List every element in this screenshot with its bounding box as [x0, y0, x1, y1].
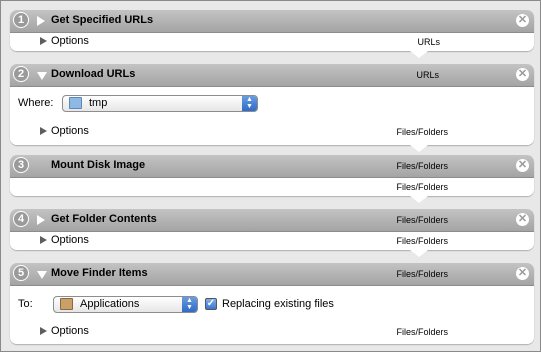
action-header[interactable]: 2 Download URLs URLs ✕ — [10, 64, 534, 87]
action-number-badge: 2 — [13, 66, 29, 82]
input-type-label: Files/Folders — [396, 161, 448, 171]
popup-arrows-icon: ▲ ▼ — [182, 297, 197, 312]
destination-popup-value: Applications — [80, 298, 140, 310]
options-disclosure-icon[interactable] — [40, 127, 47, 135]
popup-arrows-icon: ▲ ▼ — [242, 96, 257, 111]
options-row: Options URLs — [10, 34, 534, 50]
input-type-label: Files/Folders — [396, 215, 448, 225]
where-label: Where: — [18, 97, 54, 109]
folder-icon — [60, 298, 73, 310]
options-row: Options Files/Folders — [10, 233, 534, 249]
output-type-label: Files/Folders — [396, 236, 448, 246]
output-connector — [410, 196, 428, 203]
disclosure-triangle-icon[interactable] — [37, 72, 47, 80]
action-header[interactable]: 4 Get Folder Contents Files/Folders ✕ — [10, 209, 534, 232]
action-get-folder-contents: 4 Get Folder Contents Files/Folders ✕ Op… — [10, 209, 534, 250]
action-get-specified-urls: 1 Get Specified URLs ✕ Options URLs — [10, 10, 534, 51]
action-title: Move Finder Items — [51, 267, 148, 279]
action-header[interactable]: 1 Get Specified URLs ✕ — [10, 10, 534, 33]
action-mount-disk-image: 3 Mount Disk Image Files/Folders ✕ Files… — [10, 155, 534, 196]
action-number-badge: 1 — [13, 12, 29, 28]
output-type-label: URLs — [417, 37, 440, 47]
close-icon[interactable]: ✕ — [516, 267, 529, 280]
input-type-label: Files/Folders — [396, 269, 448, 279]
output-connector — [410, 51, 428, 58]
to-label: To: — [18, 298, 33, 310]
input-type-label: URLs — [416, 70, 439, 80]
where-popup-value: tmp — [89, 97, 108, 109]
output-type-label: Files/Folders — [396, 127, 448, 137]
options-disclosure-icon[interactable] — [40, 236, 47, 244]
output-type-label: Files/Folders — [396, 327, 448, 337]
where-popup[interactable]: tmp ▲ ▼ — [62, 95, 258, 112]
options-disclosure-icon[interactable] — [40, 327, 47, 335]
workflow-view: 1 Get Specified URLs ✕ Options URLs 2 Do… — [0, 0, 541, 352]
disclosure-triangle-icon[interactable] — [37, 271, 47, 279]
options-row: Options Files/Folders — [10, 124, 534, 140]
action-move-finder-items: 5 Move Finder Items Files/Folders ✕ To: … — [10, 263, 534, 344]
action-title: Mount Disk Image — [51, 159, 146, 171]
options-label[interactable]: Options — [51, 325, 89, 337]
action-number-badge: 5 — [13, 265, 29, 281]
output-type-label: Files/Folders — [396, 182, 448, 192]
action-header[interactable]: 3 Mount Disk Image Files/Folders ✕ — [10, 155, 534, 178]
replacing-existing-checkbox[interactable]: ✓ — [205, 298, 217, 310]
action-body: Where: tmp ▲ ▼ Options Files/Folders — [10, 87, 534, 145]
options-label[interactable]: Options — [51, 125, 89, 137]
close-icon[interactable]: ✕ — [516, 14, 529, 27]
disclosure-triangle-icon[interactable] — [37, 215, 45, 225]
action-title: Get Specified URLs — [51, 14, 154, 26]
action-download-urls: 2 Download URLs URLs ✕ Where: tmp ▲ ▼ Opt… — [10, 64, 534, 145]
action-body: Options Files/Folders — [10, 232, 534, 250]
action-body: To: Applications ▲ ▼ ✓ Replacing existing… — [10, 286, 534, 344]
action-title: Download URLs — [51, 68, 136, 80]
options-label[interactable]: Options — [51, 234, 89, 246]
action-body: Options URLs — [10, 33, 534, 51]
close-icon[interactable]: ✕ — [516, 159, 529, 172]
output-connector — [410, 145, 428, 152]
destination-popup[interactable]: Applications ▲ ▼ — [53, 296, 198, 313]
output-connector — [410, 250, 428, 257]
folder-icon — [69, 97, 82, 109]
options-disclosure-icon[interactable] — [40, 37, 47, 45]
replacing-existing-label[interactable]: Replacing existing files — [222, 298, 334, 310]
action-body: Files/Folders — [10, 178, 534, 196]
options-label[interactable]: Options — [51, 35, 89, 47]
options-row: Options Files/Folders — [10, 324, 534, 340]
close-icon[interactable]: ✕ — [516, 213, 529, 226]
action-header[interactable]: 5 Move Finder Items Files/Folders ✕ — [10, 263, 534, 286]
action-title: Get Folder Contents — [51, 213, 157, 225]
disclosure-triangle-icon[interactable] — [37, 16, 45, 26]
action-number-badge: 3 — [13, 157, 29, 173]
action-number-badge: 4 — [13, 211, 29, 227]
close-icon[interactable]: ✕ — [516, 68, 529, 81]
